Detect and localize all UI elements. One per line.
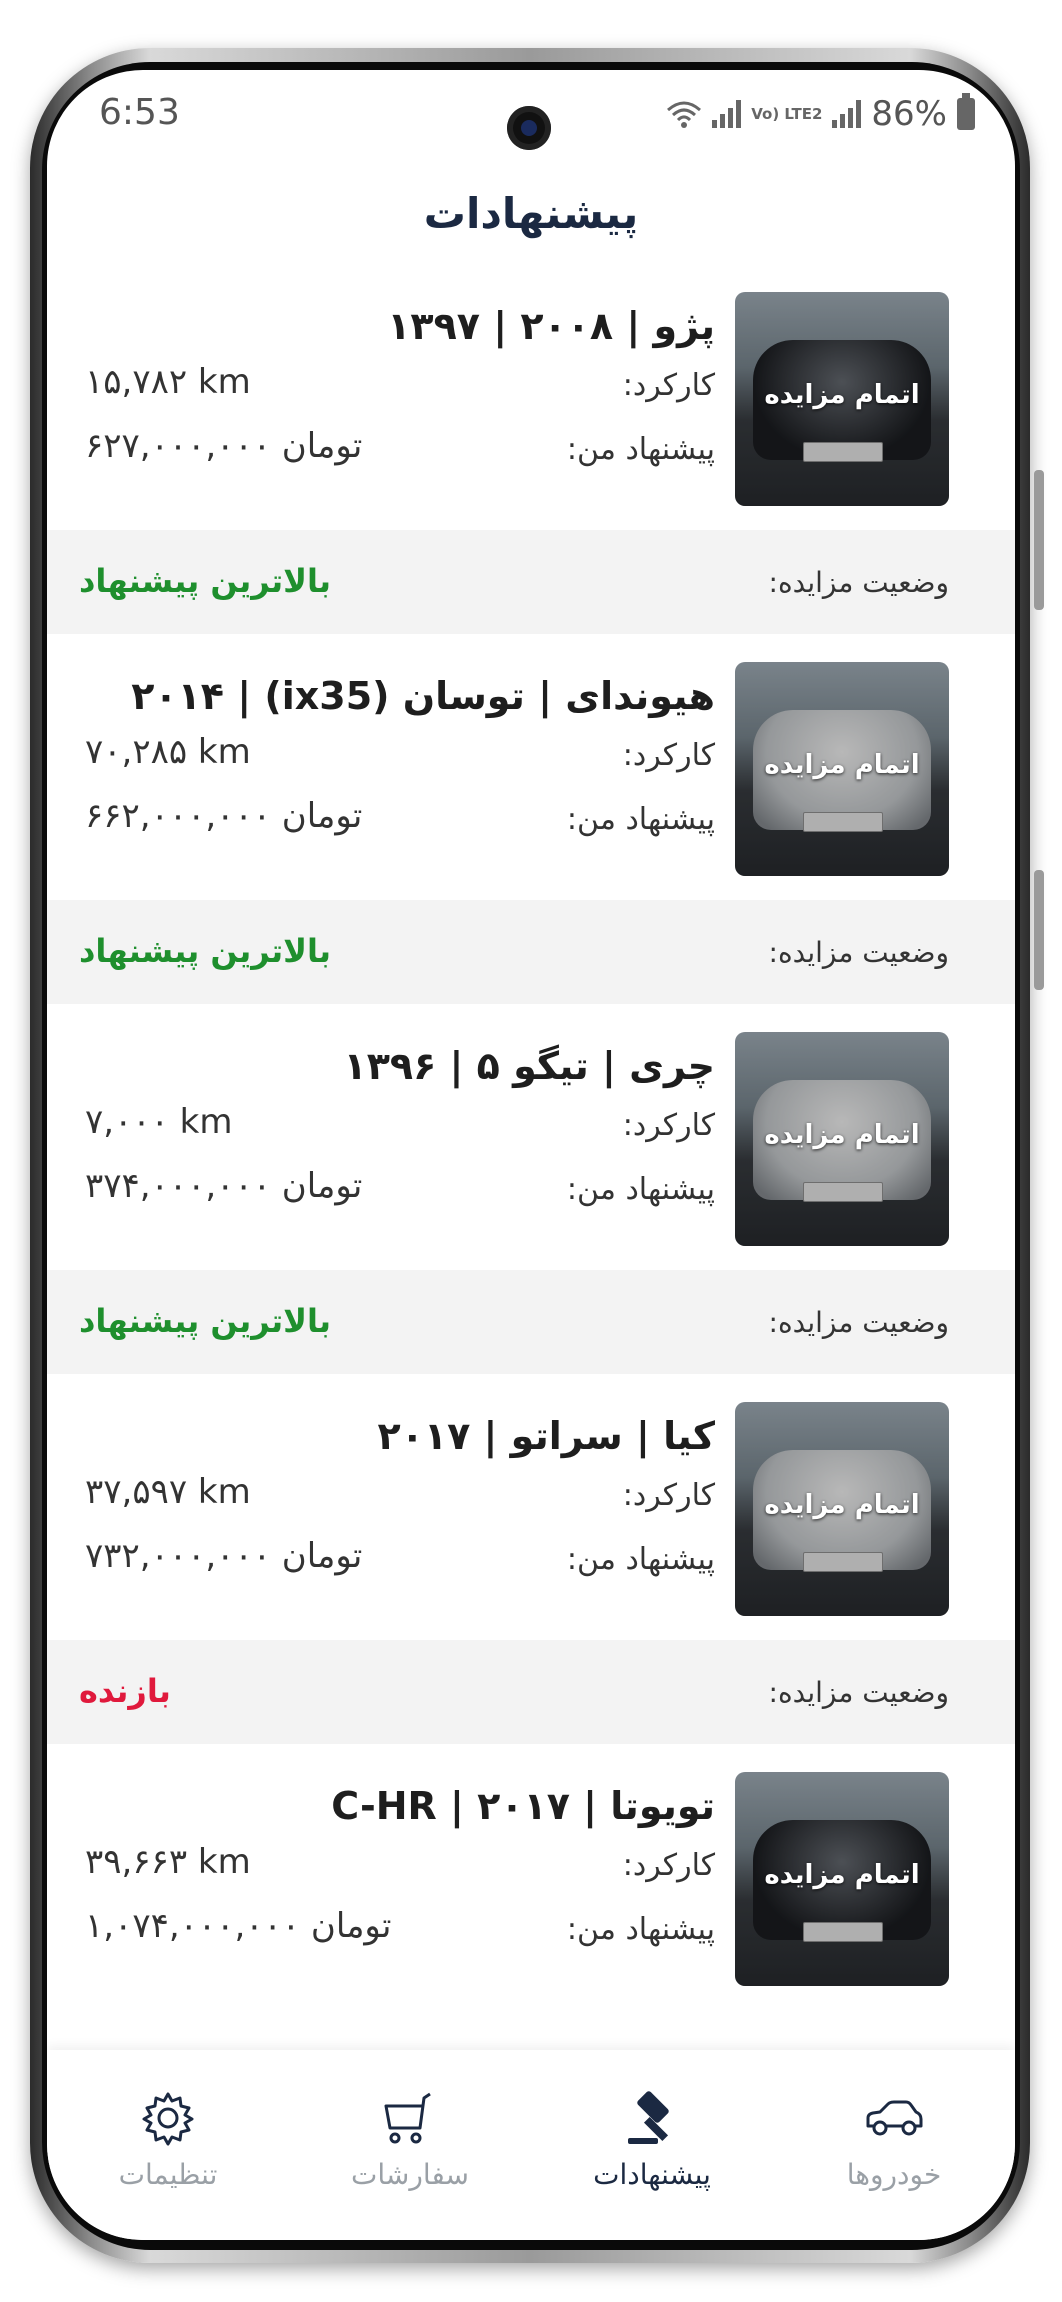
- car-title: هیوندای | توسان (ix35) | ۲۰۱۴: [131, 674, 715, 718]
- auction-status-value: بالاترین پیشنهاد: [79, 562, 331, 600]
- offer-value: ۶۲۷,۰۰۰,۰۰۰ تومان: [85, 426, 363, 466]
- offer-label: پیشنهاد من:: [566, 1542, 715, 1577]
- offer-card[interactable]: اتمام مزایده چری | تیگو ۵ | ۱۳۹۶ کارکرد:…: [47, 1008, 1015, 1378]
- wifi-icon: [667, 101, 702, 128]
- mileage-label: کارکرد:: [622, 1478, 715, 1513]
- volume-button: [1034, 470, 1044, 610]
- auction-status-label: وضعیت مزایده:: [768, 566, 949, 599]
- nav-label-settings: تنظیمات: [118, 2158, 218, 2191]
- auction-status-row: وضعیت مزایده: بالاترین پیشنهاد: [47, 1270, 1015, 1374]
- auction-ended-label: اتمام مزایده: [764, 1120, 920, 1150]
- offer-card[interactable]: اتمام مزایده هیوندای | توسان (ix35) | ۲۰…: [47, 638, 1015, 1008]
- status-icons: Vo) LTE2 86%: [666, 93, 975, 134]
- auction-status-value: بازنده: [79, 1672, 171, 1710]
- car-title: کیا | سراتو | ۲۰۱۷: [377, 1414, 715, 1458]
- mileage-value: ۷,۰۰۰ km: [85, 1102, 233, 1142]
- car-title: تویوتا | C-HR | ۲۰۱۷: [331, 1784, 715, 1828]
- cart-icon: [384, 2092, 431, 2144]
- auction-ended-label: اتمام مزایده: [764, 750, 920, 780]
- offer-card-main[interactable]: اتمام مزایده تویوتا | C-HR | ۲۰۱۷ کارکرد…: [47, 1748, 1015, 1993]
- offer-card-main[interactable]: اتمام مزایده هیوندای | توسان (ix35) | ۲۰…: [47, 638, 1015, 883]
- screen: 6:53 Vo) LTE2 86% پیشنهادات اتمام مزایده…: [47, 70, 1015, 2240]
- offer-label: پیشنهاد من:: [566, 802, 715, 837]
- nav-label-cars: خودروها: [846, 2158, 942, 2191]
- mileage-value: ۳۷,۵۹۷ km: [85, 1472, 251, 1512]
- car-thumbnail: اتمام مزایده: [735, 1032, 949, 1246]
- nav-label-orders: سفارشات: [350, 2158, 470, 2191]
- offer-value: ۳۷۴,۰۰۰,۰۰۰ تومان: [85, 1166, 363, 1206]
- auction-status-row: وضعیت مزایده: بالاترین پیشنهاد: [47, 530, 1015, 634]
- power-button: [1034, 870, 1044, 990]
- auction-status-value: بالاترین پیشنهاد: [79, 1302, 331, 1340]
- mileage-value: ۳۹,۶۶۳ km: [85, 1842, 251, 1882]
- app-header: پیشنهادات: [47, 160, 1015, 269]
- auction-status-value: بالاترین پیشنهاد: [79, 932, 331, 970]
- auction-status-label: وضعیت مزایده:: [768, 936, 949, 969]
- nav-item-offers[interactable]: پیشنهادات: [531, 2050, 773, 2240]
- auction-ended-label: اتمام مزایده: [764, 380, 920, 410]
- bottom-nav: تنظیمات سفارشات پیشنهادات خودروها: [47, 2050, 1015, 2240]
- car-thumbnail: اتمام مزایده: [735, 292, 949, 506]
- car-thumbnail: اتمام مزایده: [735, 1402, 949, 1616]
- car-title: پژو | ۲۰۰۸ | ۱۳۹۷: [387, 304, 715, 348]
- auction-status-label: وضعیت مزایده:: [768, 1306, 949, 1339]
- offer-card-main[interactable]: اتمام مزایده پژو | ۲۰۰۸ | ۱۳۹۷ کارکرد: ۱…: [47, 268, 1015, 513]
- car-thumbnail: اتمام مزایده: [735, 662, 949, 876]
- signal-icon-2: [832, 100, 862, 128]
- front-camera: [507, 106, 551, 150]
- auction-status-row: وضعیت مزایده: بازنده: [47, 1640, 1015, 1744]
- car-icon: [866, 2100, 923, 2136]
- offer-card-main[interactable]: اتمام مزایده کیا | سراتو | ۲۰۱۷ کارکرد: …: [47, 1378, 1015, 1623]
- nav-item-orders[interactable]: سفارشات: [289, 2050, 531, 2240]
- gavel-icon: [628, 2091, 669, 2144]
- battery-icon: [957, 93, 975, 130]
- mileage-label: کارکرد:: [622, 1848, 715, 1883]
- battery-percent: 86%: [871, 94, 947, 134]
- offer-card[interactable]: اتمام مزایده کیا | سراتو | ۲۰۱۷ کارکرد: …: [47, 1378, 1015, 1748]
- offer-label: پیشنهاد من:: [566, 1912, 715, 1947]
- auction-ended-label: اتمام مزایده: [764, 1490, 920, 1520]
- offer-label: پیشنهاد من:: [566, 432, 715, 467]
- status-bar: 6:53 Vo) LTE2 86%: [47, 70, 1015, 160]
- offer-value: ۱,۰۷۴,۰۰۰,۰۰۰ تومان: [85, 1906, 392, 1946]
- auction-status-row: وضعیت مزایده: بالاترین پیشنهاد: [47, 900, 1015, 1004]
- offers-list: اتمام مزایده پژو | ۲۰۰۸ | ۱۳۹۷ کارکرد: ۱…: [47, 268, 1015, 2118]
- car-title: چری | تیگو ۵ | ۱۳۹۶: [343, 1044, 715, 1088]
- mileage-label: کارکرد:: [622, 368, 715, 403]
- gear-icon: [142, 2092, 194, 2146]
- nav-item-cars[interactable]: خودروها: [773, 2050, 1015, 2240]
- offer-value: ۶۶۲,۰۰۰,۰۰۰ تومان: [85, 796, 363, 836]
- offer-card[interactable]: اتمام مزایده پژو | ۲۰۰۸ | ۱۳۹۷ کارکرد: ۱…: [47, 268, 1015, 638]
- mileage-label: کارکرد:: [622, 1108, 715, 1143]
- car-thumbnail: اتمام مزایده: [735, 1772, 949, 1986]
- mileage-value: ۱۵,۷۸۲ km: [85, 362, 251, 402]
- offer-label: پیشنهاد من:: [566, 1172, 715, 1207]
- nav-label-offers: پیشنهادات: [593, 2158, 711, 2191]
- volte-indicator: Vo) LTE2: [751, 105, 823, 123]
- offer-value: ۷۳۲,۰۰۰,۰۰۰ تومان: [85, 1536, 363, 1576]
- mileage-value: ۷۰,۲۸۵ km: [85, 732, 251, 772]
- nav-item-settings[interactable]: تنظیمات: [47, 2050, 289, 2240]
- offer-card-main[interactable]: اتمام مزایده چری | تیگو ۵ | ۱۳۹۶ کارکرد:…: [47, 1008, 1015, 1253]
- mileage-label: کارکرد:: [622, 738, 715, 773]
- auction-status-label: وضعیت مزایده:: [768, 1676, 949, 1709]
- page-title: پیشنهادات: [423, 189, 639, 238]
- auction-ended-label: اتمام مزایده: [764, 1860, 920, 1890]
- status-time: 6:53: [99, 92, 180, 133]
- signal-icon: [712, 100, 742, 128]
